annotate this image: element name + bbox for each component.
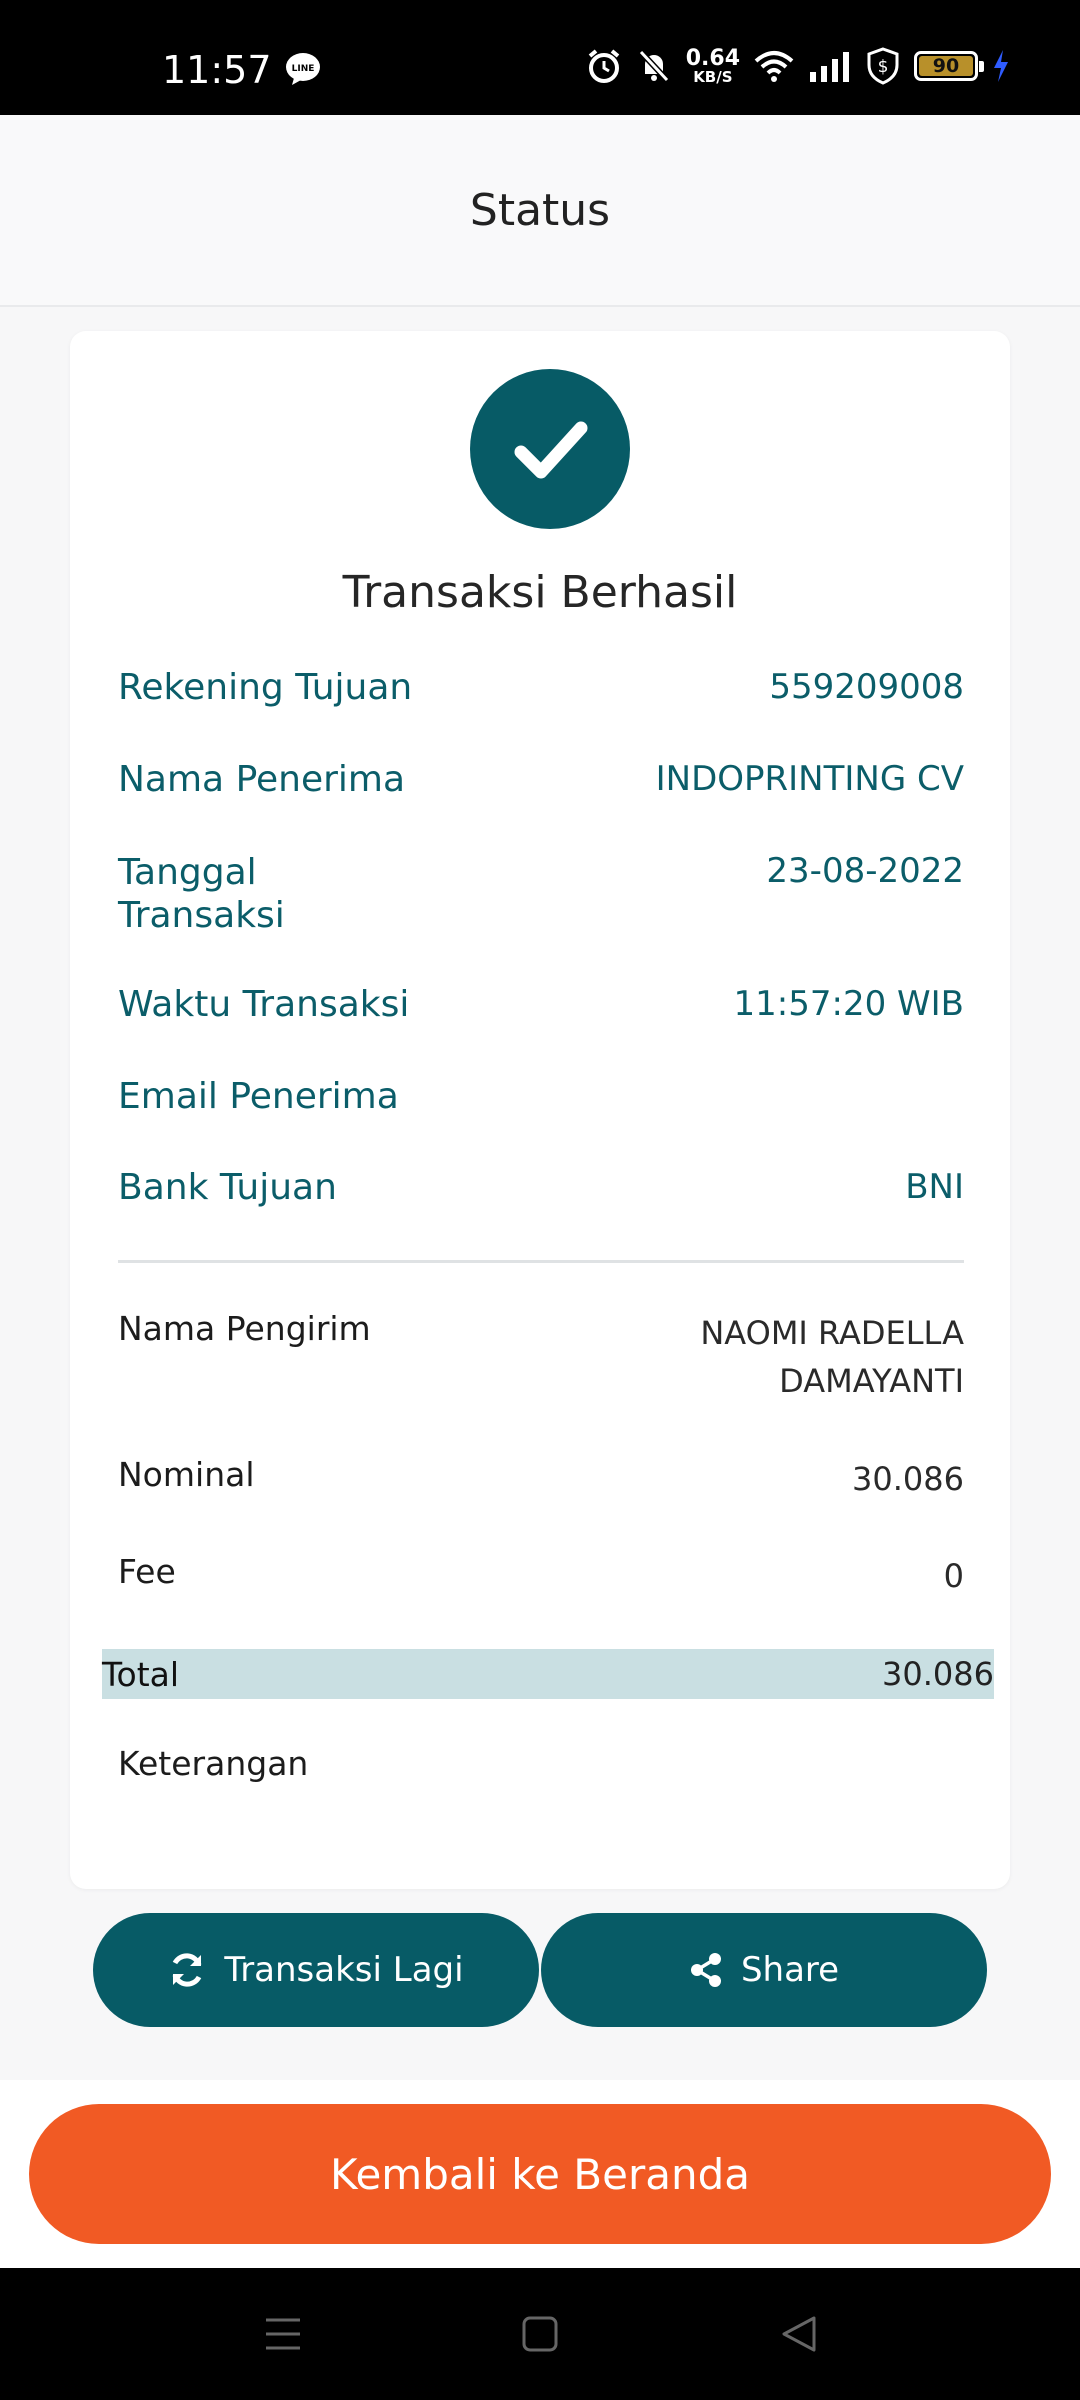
home-square-icon[interactable]: [522, 2312, 558, 2356]
svg-text:$: $: [878, 57, 889, 77]
system-navigation-bar: [0, 2268, 1080, 2400]
transaction-receipt-card: Transaksi Berhasil Rekening Tujuan 55920…: [70, 331, 1010, 1889]
kembali-ke-beranda-button[interactable]: Kembali ke Beranda: [29, 2104, 1051, 2244]
detail-row-nama-pengirim: Nama Pengirim NAOMI RADELLA DAMAYANTI: [118, 1309, 964, 1400]
transaction-status-title: Transaksi Berhasil: [342, 567, 738, 618]
network-speed: 0.64 KB/S: [685, 45, 740, 86]
share-icon: [690, 1953, 721, 1987]
security-shield-icon: $: [867, 47, 899, 85]
battery-indicator: 90: [914, 51, 984, 81]
mute-bell-icon: [638, 49, 669, 83]
recent-apps-menu-icon[interactable]: [264, 2312, 302, 2356]
wifi-icon: [754, 51, 794, 82]
charging-icon: [994, 50, 1008, 82]
detail-row-keterangan: Keterangan: [118, 1744, 309, 1783]
detail-row-rekening-tujuan: Rekening Tujuan 559209008: [118, 667, 964, 708]
detail-row-email-penerima: Email Penerima: [118, 1076, 399, 1117]
total-row: Total 30.086: [102, 1649, 994, 1699]
share-label: Share: [740, 1950, 840, 1990]
line-app-icon: LINE: [286, 53, 320, 85]
alarm-icon: [588, 49, 619, 83]
back-triangle-icon[interactable]: [780, 2312, 818, 2356]
detail-row-bank-tujuan: Bank Tujuan BNI: [118, 1167, 964, 1208]
detail-row-nama-penerima: Nama Penerima INDOPRINTING CV: [118, 759, 964, 800]
page-title: Status: [469, 184, 611, 236]
success-check-icon: [470, 369, 630, 529]
svg-text:LINE: LINE: [292, 64, 315, 74]
status-bar: 11:57 LINE 0.64 KB/S $ 90: [0, 0, 1080, 115]
signal-icon: [810, 52, 849, 82]
app-header: Status: [0, 115, 1080, 307]
status-time: 11:57: [162, 48, 272, 92]
detail-row-waktu-transaksi: Waktu Transaksi 11:57:20 WIB: [118, 984, 964, 1025]
detail-row-nominal: Nominal 30.086: [118, 1455, 964, 1498]
detail-row-tanggal-transaksi: Tanggal Transaksi 23-08-2022: [118, 851, 964, 936]
share-button[interactable]: Share: [541, 1913, 987, 2027]
detail-row-fee: Fee 0: [118, 1552, 964, 1595]
transaksi-lagi-button[interactable]: Transaksi Lagi: [93, 1913, 539, 2027]
refresh-icon: [173, 1953, 202, 1987]
transaksi-lagi-label: Transaksi Lagi: [224, 1950, 464, 1990]
section-divider: [118, 1260, 964, 1263]
bottom-bar: Kembali ke Beranda: [0, 2080, 1080, 2268]
